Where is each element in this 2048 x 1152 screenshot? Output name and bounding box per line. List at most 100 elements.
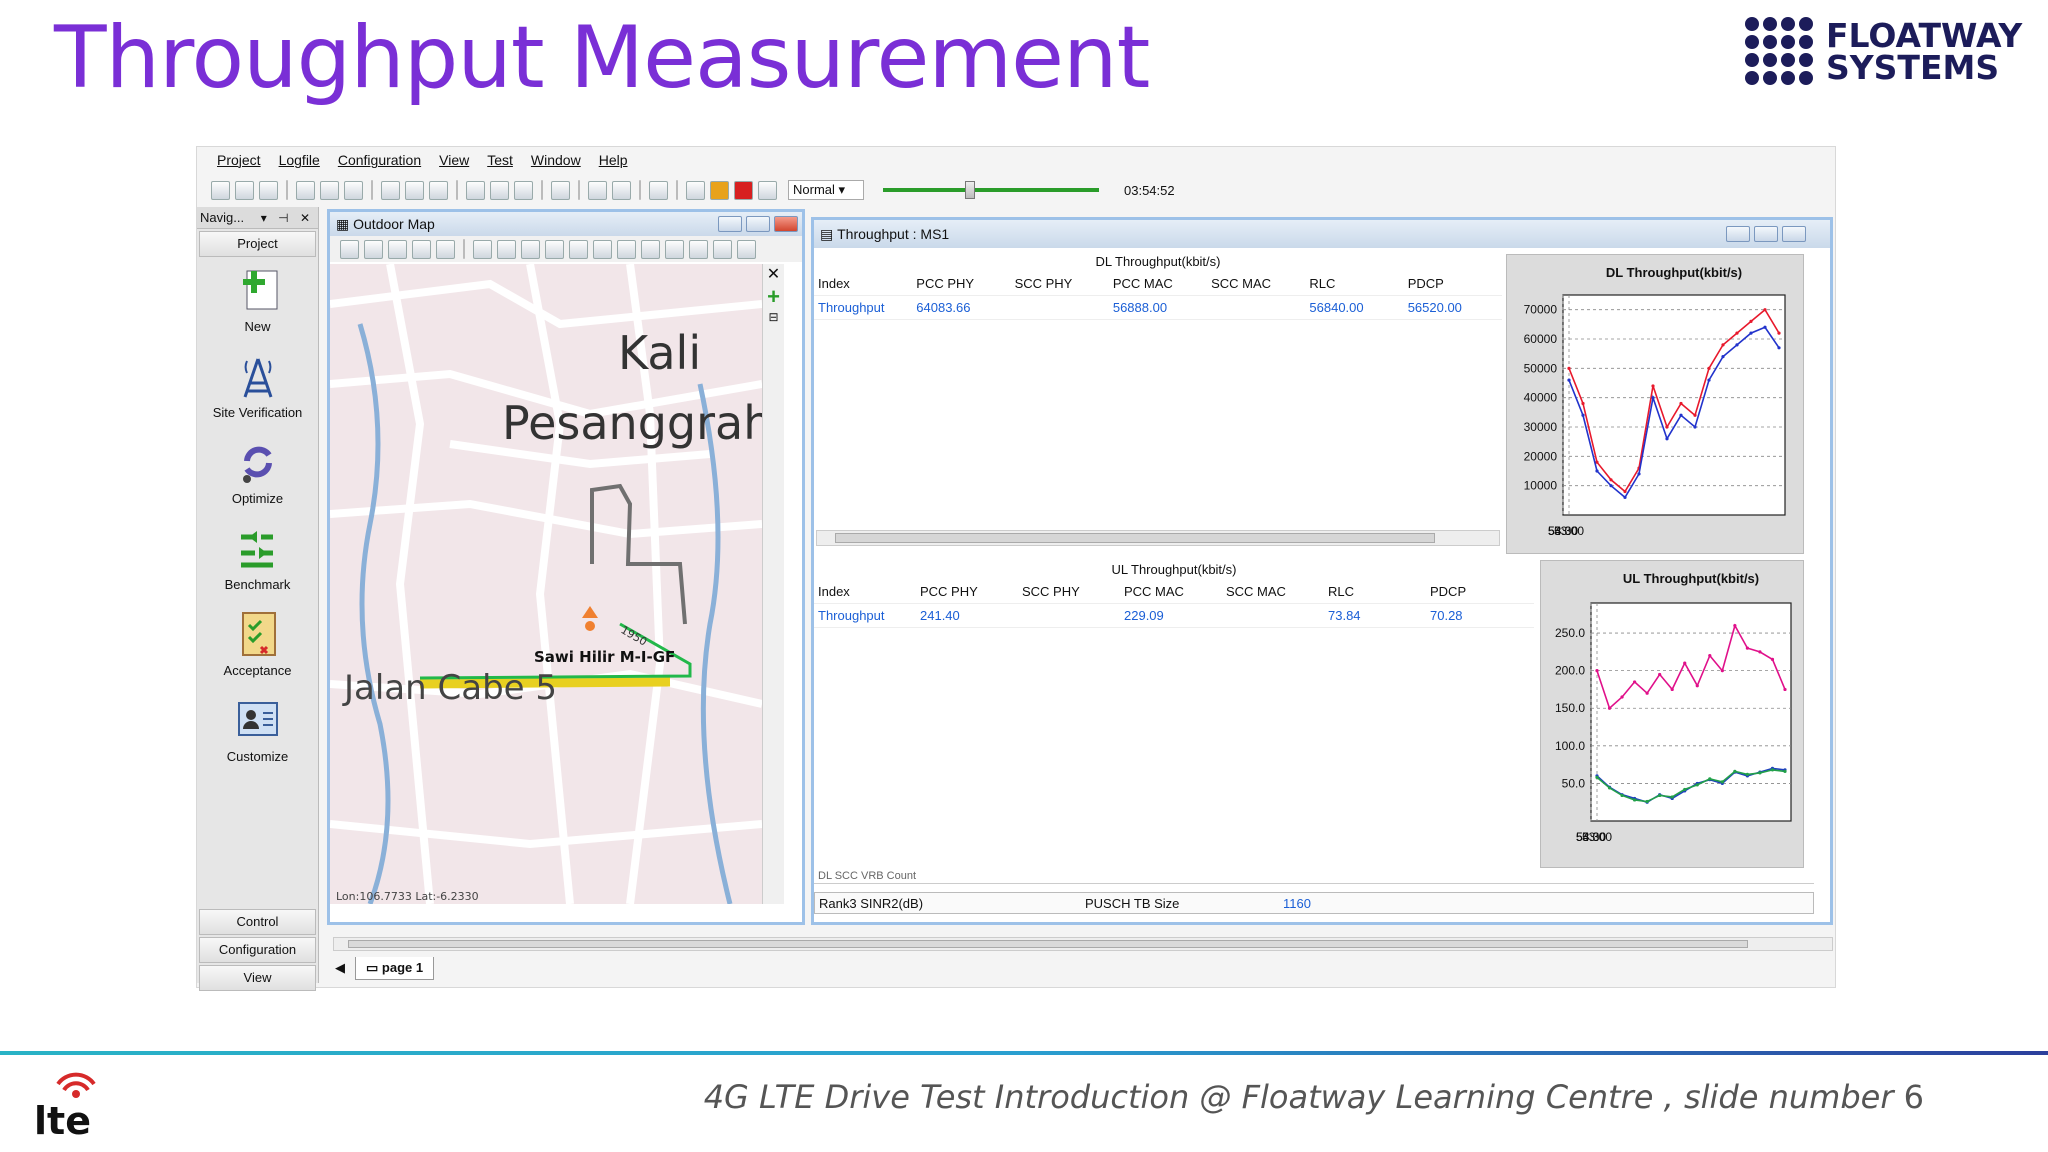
map-side-collapse-icon[interactable]: ⊟ bbox=[763, 310, 784, 324]
open-folder-icon[interactable] bbox=[340, 239, 359, 259]
map-side-close-icon[interactable]: ✕ bbox=[763, 264, 784, 284]
new-file-icon[interactable] bbox=[211, 180, 230, 200]
table-icon[interactable] bbox=[381, 180, 400, 200]
data-point bbox=[1581, 413, 1585, 417]
scrollbar-thumb[interactable] bbox=[348, 940, 1748, 948]
scrollbar-thumb[interactable] bbox=[835, 533, 1435, 543]
record-stop-icon[interactable] bbox=[734, 180, 753, 200]
unlink-icon[interactable] bbox=[344, 180, 363, 200]
data-point bbox=[1707, 378, 1711, 382]
data-point bbox=[1665, 437, 1669, 441]
tab-scroll-left-icon[interactable]: ◀ bbox=[335, 960, 345, 976]
pause-icon[interactable] bbox=[710, 180, 729, 200]
y-tick-label: 200.0 bbox=[1555, 664, 1585, 678]
close-button[interactable] bbox=[774, 216, 798, 232]
layers-icon[interactable] bbox=[412, 239, 431, 259]
zoom-in-icon[interactable] bbox=[473, 239, 492, 259]
select-pointer-icon[interactable] bbox=[593, 239, 612, 259]
tab-page-1[interactable]: ▭ page 1 bbox=[355, 956, 435, 980]
playback-slider-thumb[interactable] bbox=[965, 181, 976, 199]
playback-speed-select[interactable]: Normal ▾ bbox=[788, 180, 864, 200]
menu-help[interactable]: Help bbox=[599, 152, 628, 168]
globe-icon[interactable] bbox=[665, 239, 684, 259]
edit-icon[interactable] bbox=[514, 180, 533, 200]
grid-icon[interactable] bbox=[713, 239, 732, 259]
copy-icon[interactable] bbox=[296, 180, 315, 200]
export-icon[interactable] bbox=[490, 180, 509, 200]
table-row[interactable]: Throughput 241.40 229.09 73.84 70.28 bbox=[814, 604, 1534, 628]
globe-icon[interactable] bbox=[405, 180, 424, 200]
menu-project[interactable]: Project bbox=[217, 152, 261, 168]
zoom-out-icon[interactable] bbox=[497, 239, 516, 259]
link-icon[interactable] bbox=[320, 180, 339, 200]
measure-icon[interactable] bbox=[569, 239, 588, 259]
disconnect-icon[interactable] bbox=[551, 180, 570, 200]
close-button[interactable] bbox=[1782, 226, 1806, 242]
minimize-button[interactable] bbox=[718, 216, 742, 232]
open-folder-icon[interactable] bbox=[235, 180, 254, 200]
help-icon[interactable] bbox=[649, 180, 668, 200]
map-side-add-icon[interactable]: + bbox=[763, 284, 784, 310]
save-icon[interactable] bbox=[364, 239, 383, 259]
menu-window[interactable]: Window bbox=[531, 152, 581, 168]
nav-item-benchmark[interactable]: Benchmark bbox=[197, 517, 318, 603]
settings-icon[interactable] bbox=[737, 239, 756, 259]
footer-caption: 4G LTE Drive Test Introduction @ Floatwa… bbox=[703, 1078, 1904, 1116]
navigator-tab-control[interactable]: Control bbox=[199, 909, 316, 935]
data-point bbox=[1633, 680, 1637, 684]
nav-item-optimize[interactable]: Optimize bbox=[197, 431, 318, 517]
nav-item-customize[interactable]: Customize bbox=[197, 689, 318, 775]
nav-item-acceptance[interactable]: Acceptance bbox=[197, 603, 318, 689]
toolbar-separator bbox=[456, 180, 458, 200]
column-header: SCC PHY bbox=[1014, 276, 1073, 291]
navigator-tab-view[interactable]: View bbox=[199, 965, 316, 991]
screenshot-icon[interactable] bbox=[758, 180, 777, 200]
info-pointer-icon[interactable] bbox=[617, 239, 636, 259]
benchmark-arrows-icon bbox=[233, 523, 283, 573]
pan-hand-icon[interactable] bbox=[545, 239, 564, 259]
stop-icon[interactable] bbox=[612, 180, 631, 200]
data-point bbox=[1770, 657, 1775, 661]
plot-area bbox=[1590, 602, 1792, 822]
open-log-icon[interactable] bbox=[686, 180, 705, 200]
data-point bbox=[1735, 331, 1739, 335]
y-tick-label: 100.0 bbox=[1555, 739, 1585, 753]
column-header: Index bbox=[818, 584, 850, 599]
maximize-button[interactable] bbox=[746, 216, 770, 232]
chart-title: DL Throughput(kbit/s) bbox=[1606, 265, 1742, 280]
outdoor-map-title: Outdoor Map bbox=[353, 216, 435, 232]
navigator-tab-configuration[interactable]: Configuration bbox=[199, 937, 316, 963]
save-icon[interactable] bbox=[259, 180, 278, 200]
ruler-icon[interactable] bbox=[641, 239, 660, 259]
y-tick-label: 40000 bbox=[1524, 391, 1558, 405]
dl-table-hscrollbar[interactable] bbox=[816, 530, 1500, 546]
menu-view[interactable]: View bbox=[439, 152, 469, 168]
menu-test[interactable]: Test bbox=[487, 152, 513, 168]
cursor-icon[interactable] bbox=[689, 239, 708, 259]
data-point bbox=[1695, 783, 1699, 787]
minimize-button[interactable] bbox=[1726, 226, 1750, 242]
table-row[interactable]: Throughput 64083.66 56888.00 56840.00 56… bbox=[814, 296, 1502, 320]
search-map-icon[interactable] bbox=[436, 239, 455, 259]
menu-logfile[interactable]: Logfile bbox=[279, 152, 320, 168]
maximize-button[interactable] bbox=[1754, 226, 1778, 242]
play-icon[interactable] bbox=[588, 180, 607, 200]
navigator-tab-project[interactable]: Project bbox=[199, 231, 316, 257]
playback-slider[interactable] bbox=[883, 181, 1099, 199]
table-cell: 70.28 bbox=[1430, 608, 1463, 623]
menu-configuration[interactable]: Configuration bbox=[338, 152, 421, 168]
image-icon[interactable] bbox=[388, 239, 407, 259]
chart-icon[interactable] bbox=[429, 180, 448, 200]
page-tab-bar: ◀ ▭ page 1 bbox=[335, 953, 435, 983]
map-canvas[interactable]: Kali Pesanggrah Jalan Cabe 5 Sawi Hilir … bbox=[330, 264, 762, 904]
data-point bbox=[1763, 308, 1767, 312]
table-cell: 229.09 bbox=[1124, 608, 1164, 623]
navigator-controls[interactable]: ▾ ⊣ ✕ bbox=[261, 211, 314, 225]
rank3-sinr-label: Rank3 SINR2(dB) bbox=[819, 895, 924, 911]
nav-item-site-verification[interactable]: Site Verification bbox=[197, 345, 318, 431]
report-icon[interactable] bbox=[466, 180, 485, 200]
map-label-street: Jalan Cabe 5 bbox=[342, 668, 557, 708]
nav-item-new[interactable]: New bbox=[197, 259, 318, 345]
main-hscrollbar[interactable] bbox=[333, 937, 1833, 951]
zoom-fit-icon[interactable] bbox=[521, 239, 540, 259]
